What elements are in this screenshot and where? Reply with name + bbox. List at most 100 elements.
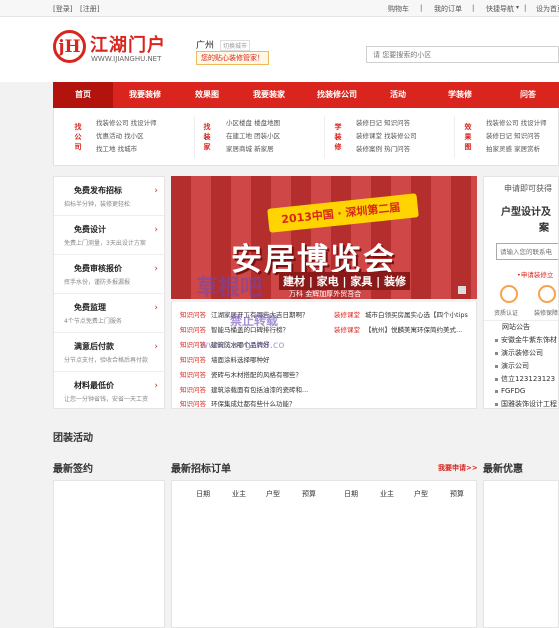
service-subtitle: 招标半分钟，装修更轻松	[64, 201, 131, 208]
subnav-links[interactable]: 找装修公司 找设计师	[96, 117, 157, 127]
service-title: 满意后付款	[74, 342, 114, 351]
subnav-links[interactable]: 找工地 找城市	[96, 143, 137, 153]
notice-item[interactable]: 信立123123123	[495, 374, 555, 384]
service-subtitle: 免费上门测量，3天出设计方案	[64, 240, 146, 247]
subnav-group-title: 学装修	[334, 123, 342, 151]
latest-offer-panel	[483, 480, 559, 628]
chevron-right-icon: ›	[154, 225, 158, 235]
notice-item[interactable]: 国雅装饰设计工程	[495, 399, 557, 408]
table-header: 预算	[450, 490, 464, 498]
service-title: 免费监理	[74, 303, 106, 312]
guarantee-label: 装修保障	[534, 310, 559, 317]
subnav-links[interactable]: 装修课堂 找装修公司	[356, 130, 417, 140]
nav-home[interactable]: 首页	[53, 82, 113, 108]
latest-bids-title: 最新招标订单	[171, 464, 231, 475]
qa-list: 知识问答 江湖家居开工有哪些大吉日期啊？ 知识问答 智能马桶盖的口碑排行榜？ 知识问…	[171, 302, 477, 409]
qa-tag: 装修课堂	[334, 311, 360, 319]
separator: |	[524, 4, 527, 12]
table-header: 预算	[302, 490, 316, 498]
service-title: 免费设计	[74, 225, 106, 234]
subnav-links[interactable]: 在建工地 团装小区	[226, 130, 280, 140]
list-item[interactable]: 知识问答 瓷砖与木材搭配的风格有哪些？	[180, 369, 302, 379]
apply-title: 申请即可获得	[504, 184, 552, 193]
qa-tag: 知识问答	[180, 326, 206, 334]
table-header: 日期	[344, 490, 358, 498]
service-title: 免费发布招标	[74, 186, 122, 195]
list-item[interactable]: 知识问答 墙面涂料选择哪种好	[180, 354, 270, 364]
notice-item[interactable]: FGFDG	[495, 387, 525, 395]
apply-subtitle-2: 案	[539, 223, 549, 234]
cart-link[interactable]: 购物车	[388, 4, 409, 14]
carousel-dot[interactable]	[458, 286, 466, 294]
qa-tag: 知识问答	[180, 311, 206, 319]
apply-hint[interactable]: •申请装修立	[517, 269, 553, 279]
table-header: 日期	[196, 490, 210, 498]
qa-tag: 知识问答	[180, 400, 206, 408]
promo-banner[interactable]: 2013中国 · 深圳第二届 安居博览会 建材 | 家电 | 家具 | 装修 万…	[171, 176, 477, 299]
search-input[interactable]	[366, 46, 559, 63]
nav-find-company[interactable]: 找装修公司	[301, 82, 373, 108]
subnav-links[interactable]: 装修日记 知识问答	[356, 117, 410, 127]
post-bid-link[interactable]: 我要申请>>	[438, 463, 478, 473]
latest-bids-panel	[171, 480, 477, 628]
service-subtitle: 让您一分钟省钱，安省一天工资	[64, 396, 149, 403]
subnav-links[interactable]: 装修案例 热门问答	[356, 143, 410, 153]
switch-city-button[interactable]: 切换城市	[220, 40, 251, 51]
banner-categories: 建材 | 家电 | 家具 | 装修	[279, 272, 411, 290]
phone-input[interactable]	[496, 243, 558, 260]
subnav-group-title: 找装家	[203, 123, 211, 151]
service-item[interactable]: 免费审核报价 挥手水份，谨防多报漏报 ›	[54, 255, 166, 294]
nav-learn[interactable]: 学装修	[423, 82, 497, 108]
subnav-links[interactable]: 装修日记 知识问答	[486, 130, 540, 140]
nav-renderings[interactable]: 效果图	[177, 82, 237, 108]
chevron-right-icon: ›	[154, 303, 158, 313]
qa-tag: 知识问答	[180, 386, 206, 394]
service-item[interactable]: 满意后付款 分节点支付，验收合格后再付款 ›	[54, 333, 166, 372]
service-subtitle: 挥手水份，谨防多报漏报	[64, 279, 131, 286]
service-item[interactable]: 免费监理 4个节点免费上门服务 ›	[54, 294, 166, 333]
nav-decorate[interactable]: 我要装修	[113, 82, 177, 108]
qa-tag: 知识问答	[180, 371, 206, 379]
list-item[interactable]: 知识问答 环保集成灶都有些什么功能？	[180, 398, 296, 408]
notice-item[interactable]: 演示装修公司	[495, 348, 543, 358]
sub-nav: 找公司 找装修公司 找设计师 优惠活动 找小区 找工地 找城市 找装家 小区楼盘…	[53, 108, 559, 166]
qa-tag: 知识问答	[180, 356, 206, 364]
qa-text: 城市白领买房属实心选【四个小tips	[365, 311, 468, 319]
orders-link[interactable]: 我的订单	[434, 4, 462, 14]
notice-item[interactable]: 演示公司	[495, 361, 529, 371]
subnav-links[interactable]: 小区楼盘 楼盘地图	[226, 117, 280, 127]
service-list: 免费发布招标 招标半分钟，装修更轻松 › 免费设计 免费上门测量，3天出设计方案…	[53, 176, 166, 411]
subnav-links[interactable]: 找装修公司 找设计师	[486, 117, 547, 127]
login-link[interactable]: [登录]	[53, 4, 72, 14]
latest-sign-panel	[53, 480, 165, 628]
quicknav-link[interactable]: 快捷导航	[486, 4, 514, 14]
nav-qa[interactable]: 问答	[497, 82, 559, 108]
subnav-links[interactable]: 家居商城 新家居	[226, 143, 274, 153]
subnav-links[interactable]: 拍家灵感 家居赏析	[486, 143, 540, 153]
list-item[interactable]: 知识问答 建筑涂载面有包括油漆的瓷砖和...	[180, 384, 308, 394]
service-item[interactable]: 材料最低价 让您一分钟省钱，安省一天工资 ›	[54, 372, 166, 411]
banner-sponsors: 万科 金辉加厚外贸吾合	[289, 290, 362, 298]
logo-text[interactable]: 江湖门户	[90, 31, 166, 57]
subnav-group-title: 效果图	[464, 123, 472, 151]
nav-furnish[interactable]: 我要装家	[237, 82, 301, 108]
notice-item[interactable]: 安徽金牛紫东饰材	[495, 335, 557, 345]
nav-events[interactable]: 活动	[373, 82, 423, 108]
list-item[interactable]: 装修课堂 【杭州】悦麟美寓环保简约美式...	[334, 324, 462, 334]
notice-title: 网站公告	[502, 323, 530, 331]
latest-offer-title: 最新优惠	[483, 464, 523, 475]
service-item[interactable]: 免费设计 免费上门测量，3天出设计方案 ›	[54, 216, 166, 255]
separator: |	[472, 4, 475, 12]
register-link[interactable]: [注册]	[80, 4, 99, 14]
certificate-label: 资质认证	[494, 310, 519, 317]
set-homepage-link[interactable]: 设为首页	[536, 4, 559, 14]
list-item[interactable]: 装修课堂 城市白领买房属实心选【四个小tips	[334, 309, 468, 319]
logo-url: WWW.IJIANGHU.NET	[91, 55, 162, 63]
latest-sign-title: 最新签约	[53, 464, 93, 475]
subnav-links[interactable]: 优惠活动 找小区	[96, 130, 144, 140]
divider	[454, 116, 455, 158]
service-item[interactable]: 免费发布招标 招标半分钟，装修更轻松 ›	[54, 177, 166, 216]
service-subtitle: 分节点支付，验收合格后再付款	[64, 357, 149, 364]
logo-icon[interactable]: jH	[53, 30, 86, 63]
certificate-icon	[500, 285, 518, 303]
